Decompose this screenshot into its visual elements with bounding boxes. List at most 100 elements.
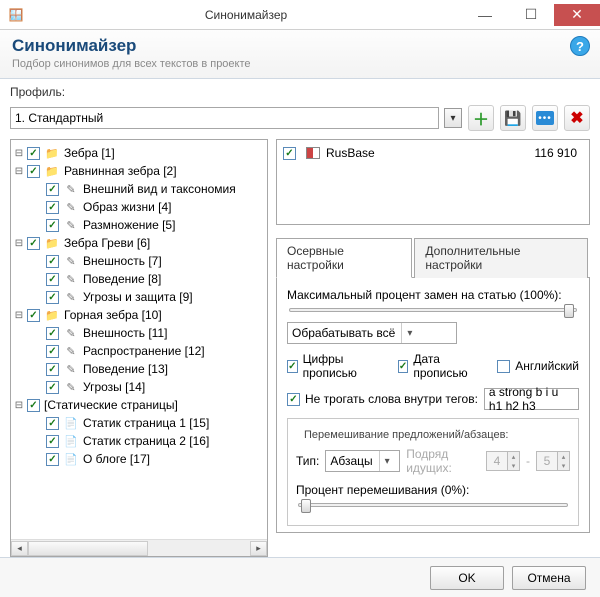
node-checkbox[interactable] (46, 291, 59, 304)
ok-button[interactable]: OK (430, 566, 504, 590)
document-icon: ✎ (63, 361, 79, 377)
tree-node[interactable]: ✎Угрозы и защита [9] (31, 288, 265, 306)
document-icon: ✎ (63, 379, 79, 395)
node-checkbox[interactable] (27, 237, 40, 250)
tree-node[interactable]: ✎Внешность [11] (31, 324, 265, 342)
digits-checkbox[interactable] (287, 360, 298, 373)
node-checkbox[interactable] (46, 381, 59, 394)
cancel-button[interactable]: Отмена (512, 566, 586, 590)
scroll-thumb[interactable] (28, 541, 148, 556)
folder-icon: 📁 (44, 307, 60, 323)
folder-icon: 📁 (44, 235, 60, 251)
node-checkbox[interactable] (27, 165, 40, 178)
node-checkbox[interactable] (27, 399, 40, 412)
tree-node[interactable]: ⊟📁Горная зебра [10] (13, 306, 265, 324)
more-profile-button[interactable]: ••• (532, 105, 558, 131)
node-checkbox[interactable] (46, 417, 59, 430)
tree-node[interactable]: ✎Внешний вид и таксономия (31, 180, 265, 198)
tree-node[interactable]: ⊟📁Зебра [1] (13, 144, 265, 162)
expand-toggle[interactable]: ⊟ (13, 165, 25, 177)
slider-thumb[interactable] (564, 304, 574, 318)
consec-from-spin[interactable]: ▴▾ (486, 451, 520, 471)
tree-node[interactable]: ⊟ 📁 Зебра Греви [6] (13, 234, 265, 252)
tab-basic[interactable]: Осервные настройки (276, 238, 412, 278)
expand-toggle[interactable]: ⊟ (13, 309, 25, 321)
maximize-button[interactable]: ☐ (508, 4, 554, 26)
tree-node[interactable]: ✎Образ жизни [4] (31, 198, 265, 216)
node-checkbox[interactable] (46, 273, 59, 286)
dictionary-panel: RusBase 116 910 (276, 139, 590, 225)
node-checkbox[interactable] (46, 363, 59, 376)
consec-label: Подряд идущих: (406, 447, 480, 475)
minimize-button[interactable]: — (462, 4, 508, 26)
dates-checkbox[interactable] (398, 360, 409, 373)
node-label: Равнинная зебра [2] (64, 164, 177, 178)
tree-node[interactable]: ✎Поведение [13] (31, 360, 265, 378)
dict-count: 116 910 (535, 146, 584, 160)
node-checkbox[interactable] (27, 147, 40, 160)
delete-profile-button[interactable]: ✖ (564, 105, 590, 131)
expand-toggle[interactable]: ⊟ (13, 399, 25, 411)
node-checkbox[interactable] (46, 183, 59, 196)
keep-tags-checkbox[interactable] (287, 393, 300, 406)
scroll-left-button[interactable]: ◂ (11, 541, 28, 556)
keep-tags-input[interactable]: a strong b i u h1 h2 h3 (484, 388, 579, 410)
profile-select[interactable]: 1. Стандартный (10, 107, 439, 129)
type-label: Тип: (296, 454, 319, 468)
tree-node[interactable]: ✎Внешность [7] (31, 252, 265, 270)
document-icon: ✎ (63, 253, 79, 269)
node-checkbox[interactable] (27, 309, 40, 322)
expand-toggle[interactable]: ⊟ (13, 237, 25, 249)
node-label: Зебра Греви [6] (64, 236, 150, 250)
node-label: Внешний вид и таксономия (83, 182, 236, 196)
tabs: Осервные настройки Дополнительные настро… (276, 237, 590, 278)
header-title: Синонимайзер (12, 36, 588, 56)
consec-to-spin[interactable]: ▴▾ (536, 451, 570, 471)
tree-node[interactable]: 📄Статик страница 2 [16] (31, 432, 265, 450)
page-icon: 📄 (63, 415, 79, 431)
dots-icon: ••• (536, 111, 554, 125)
tree-node[interactable]: ⊟[Статические страницы] (13, 396, 265, 414)
english-checkbox[interactable] (497, 360, 510, 373)
shuffle-percent-slider[interactable] (298, 503, 568, 507)
slider-thumb[interactable] (301, 499, 311, 513)
max-replace-slider[interactable] (289, 308, 577, 312)
tree-scrollbar[interactable]: ◂ ▸ (11, 539, 267, 556)
app-icon: 🪟 (8, 7, 24, 23)
node-checkbox[interactable] (46, 345, 59, 358)
tree-node[interactable]: ✎Размножение [5] (31, 216, 265, 234)
node-label: Размножение [5] (83, 218, 175, 232)
shuffle-type-combo[interactable]: Абзацы▾ (325, 450, 400, 472)
profile-selected: 1. Стандартный (15, 111, 103, 125)
process-combo[interactable]: Обрабатывать всё▾ (287, 322, 457, 344)
expand-toggle[interactable]: ⊟ (13, 147, 25, 159)
dict-checkbox[interactable] (283, 147, 296, 160)
node-checkbox[interactable] (46, 435, 59, 448)
tree-node[interactable]: ✎Распространение [12] (31, 342, 265, 360)
save-profile-button[interactable]: 💾 (500, 105, 526, 131)
profile-dropdown-button[interactable]: ▾ (444, 108, 462, 128)
node-checkbox[interactable] (46, 327, 59, 340)
tree-node[interactable]: ✎Угрозы [14] (31, 378, 265, 396)
header: Синонимайзер Подбор синонимов для всех т… (0, 30, 600, 79)
tree-node[interactable]: ✎Поведение [8] (31, 270, 265, 288)
tree-node[interactable]: 📄О блоге [17] (31, 450, 265, 468)
add-profile-button[interactable]: ＋ (468, 105, 494, 131)
project-tree[interactable]: ⊟📁Зебра [1]⊟📁Равнинная зебра [2]✎Внешний… (11, 140, 267, 539)
tree-node[interactable]: ⊟📁Равнинная зебра [2] (13, 162, 265, 180)
dates-label: Дата прописью (413, 352, 479, 380)
scroll-right-button[interactable]: ▸ (250, 541, 267, 556)
tab-advanced[interactable]: Дополнительные настройки (414, 238, 588, 278)
node-label: Внешность [11] (83, 326, 167, 340)
tree-node[interactable]: 📄Статик страница 1 [15] (31, 414, 265, 432)
close-button[interactable]: ✕ (554, 4, 600, 26)
node-checkbox[interactable] (46, 255, 59, 268)
node-checkbox[interactable] (46, 219, 59, 232)
consec-to-value (537, 452, 557, 470)
digits-label: Цифры прописью (303, 352, 380, 380)
delete-icon: ✖ (570, 108, 583, 128)
node-checkbox[interactable] (46, 453, 59, 466)
profile-label: Профиль: (10, 85, 65, 99)
help-button[interactable]: ? (570, 36, 590, 56)
node-checkbox[interactable] (46, 201, 59, 214)
